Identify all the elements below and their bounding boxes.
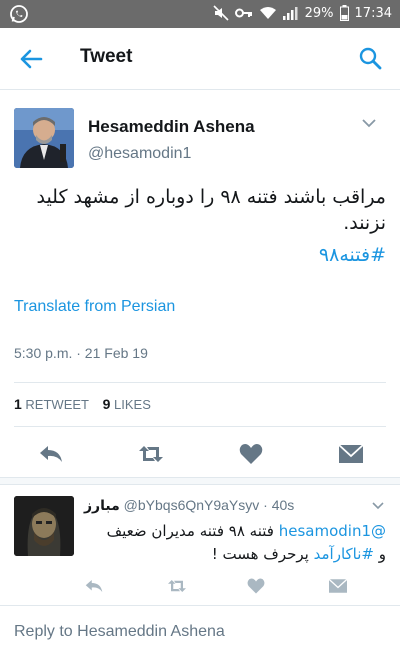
retweet-icon[interactable] <box>137 442 165 466</box>
status-bar: 29% 17:34 <box>0 0 400 28</box>
chevron-down-icon[interactable] <box>362 118 376 128</box>
divider <box>0 605 400 606</box>
author-handle[interactable]: @hesamodin1 <box>88 145 191 163</box>
reply-header: مبارز @bYbqs6QnY9aYsyv · 40s <box>84 497 294 514</box>
direct-message-icon[interactable] <box>328 577 348 595</box>
divider <box>14 426 386 427</box>
page-title: Tweet <box>80 46 133 67</box>
translate-link[interactable]: Translate from Persian <box>14 298 175 316</box>
reply-time: · 40s <box>263 497 295 513</box>
clock: 17:34 <box>354 5 392 21</box>
reply-compose-input[interactable]: Reply to Hesameddin Ashena <box>14 623 225 641</box>
key-icon <box>234 8 252 18</box>
chevron-down-icon[interactable] <box>372 502 384 510</box>
retweet-icon[interactable] <box>166 577 188 595</box>
author-photo <box>14 108 74 168</box>
reply-author-photo <box>14 496 74 556</box>
wifi-icon <box>259 7 276 19</box>
tweet-text: مراقب باشند فتنه ۹۸ را دوباره از مشهد کل… <box>36 186 386 234</box>
author-avatar[interactable] <box>14 108 74 168</box>
reply-text: @hesamodin1 فتنه ۹۸ فتنه مدیران ضعیف و #… <box>86 520 386 566</box>
whatsapp-icon <box>10 5 28 23</box>
signal-icon <box>282 7 298 20</box>
reply-author-avatar[interactable] <box>14 496 74 556</box>
reply-text-prefix: و <box>373 545 386 563</box>
reply-actions <box>0 577 400 597</box>
retweet-label[interactable]: RETWEET <box>25 397 89 412</box>
tweet-timestamp: 5:30 p.m. · 21 Feb 19 <box>14 345 148 361</box>
heart-icon[interactable] <box>246 577 266 595</box>
heart-icon[interactable] <box>238 442 264 466</box>
tweet-actions <box>0 440 400 470</box>
reply-mention[interactable]: @hesamodin1 <box>279 522 386 540</box>
section-separator <box>0 477 400 485</box>
reply-icon[interactable] <box>84 577 104 595</box>
divider <box>14 382 386 383</box>
reply-text-suffix: پرحرف هست ! <box>211 545 314 563</box>
tweet-hashtag[interactable]: #فتنه۹۸ <box>319 244 386 266</box>
reply-author-name[interactable]: مبارز <box>84 498 120 514</box>
app-header: Tweet <box>0 28 400 90</box>
battery-percent: 29% <box>304 5 334 21</box>
reply-text-line1: فتنه ۹۸ فتنه مدیران ضعیف <box>106 522 274 540</box>
reply-hashtag[interactable]: #ناکارآمد <box>314 545 374 563</box>
like-count[interactable]: 9 <box>103 396 111 412</box>
direct-message-icon[interactable] <box>338 442 364 466</box>
search-icon[interactable] <box>358 46 382 70</box>
reply-icon[interactable] <box>38 442 64 466</box>
reply-author-handle[interactable]: @bYbqs6QnY9aYsyv <box>124 497 260 513</box>
mute-icon <box>213 5 229 21</box>
author-name[interactable]: Hesameddin Ashena <box>88 117 255 137</box>
arrow-left-icon[interactable] <box>18 46 44 72</box>
tweet-stats: 1 RETWEET 9 LIKES <box>14 396 151 412</box>
retweet-count[interactable]: 1 <box>14 396 22 412</box>
like-label[interactable]: LIKES <box>114 397 151 412</box>
battery-icon <box>339 5 349 21</box>
